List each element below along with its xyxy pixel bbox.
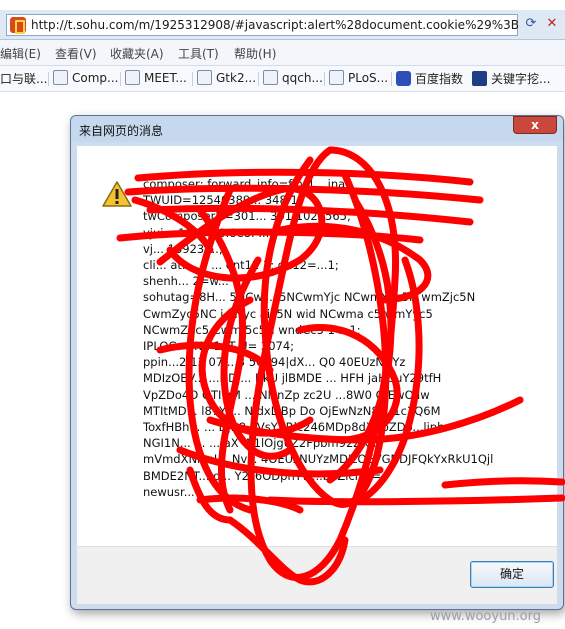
alert-dialog: 来自网页的消息 x composer; forward_info=final..…: [70, 115, 564, 610]
dialog-title: 来自网页的消息: [79, 124, 164, 138]
favorite-label: Comp...: [72, 71, 119, 85]
message-line: CwmZyc5NC j 5Nyc aic5N wid NCwma c5 wmYy…: [143, 306, 433, 321]
message-line: composer; forward_info=final... inal;: [143, 177, 353, 191]
favorite-link[interactable]: 关键字挖...: [472, 70, 550, 88]
page-icon: [329, 70, 344, 85]
message-line: sohutag=8H... 5NCw...c5NCwmYjc NCwmYSc5N…: [143, 290, 476, 305]
message-line: TWUID=12540389... 348 1;: [143, 193, 302, 208]
close-button[interactable]: x: [513, 116, 557, 134]
page-icon: [263, 70, 278, 85]
refresh-icon[interactable]: ⟳: [522, 14, 540, 34]
menu-tools[interactable]: 工具(T): [178, 45, 219, 62]
message-line: vj... 13923 ...;: [143, 241, 223, 256]
watermark: www.wooyun.org: [430, 609, 542, 624]
menu-bar: 编辑(E) 查看(V) 收藏夹(A) 工具(T) 帮助(H): [0, 40, 565, 66]
separator: [391, 72, 392, 86]
message-line: shenh... 2=w...: [143, 274, 229, 289]
message-line: ppin...2|13 07 ...3 50394|dX... Q0 40EUz…: [143, 355, 406, 370]
message-line: ToxfHBh... ... DjB8...VsYXRlc246MDp8dXVp…: [143, 420, 445, 435]
message-line: IPLOC=CN1 1; T U= 2074;: [143, 339, 295, 354]
message-line: VpZDo4O OTIwM ... NlcnZp zc2U ...8W0 OiE…: [143, 387, 430, 402]
separator: [120, 72, 121, 86]
baidu-paw-icon: [396, 71, 411, 86]
url-field[interactable]: http://t.sohu.com/m/1925312908/#javascri…: [6, 14, 520, 36]
url-text: http://t.sohu.com/m/1925312908/#javascri…: [31, 18, 520, 32]
menu-favorites[interactable]: 收藏夹(A): [110, 45, 164, 62]
menu-help[interactable]: 帮助(H): [234, 45, 276, 62]
warning-icon: [102, 181, 132, 207]
favorite-label: PLoS...: [348, 71, 389, 85]
favorite-link[interactable]: Comp...: [53, 70, 118, 88]
dialog-message: composer; forward_info=final... inal; TWU…: [143, 176, 548, 500]
favorite-label: 口与联...: [0, 72, 48, 86]
message-line: MTItMD... l87Y ... N dxL Bp Do OjEwNzN8 …: [143, 403, 441, 418]
favorite-label: 关键字挖...: [491, 72, 551, 86]
dialog-body: composer; forward_info=final... inal; TWU…: [77, 146, 557, 546]
separator: [258, 72, 259, 86]
page-icon: [197, 70, 212, 85]
menu-view[interactable]: 查看(V): [55, 45, 97, 62]
favorite-link[interactable]: MEET...: [125, 70, 187, 88]
page-icon: [125, 70, 140, 85]
favorite-link[interactable]: 百度指数: [396, 70, 463, 88]
address-bar: http://t.sohu.com/m/1925312908/#javascri…: [0, 10, 565, 40]
message-line: NGI1N... ... ... aX W1lOjg6Z2Fpbm92ZXJ8: [143, 436, 380, 451]
message-line: cli... at... ... ... ent12 1; gn12=...1;: [143, 258, 339, 273]
favorite-link[interactable]: PLoS...: [329, 70, 388, 88]
favorite-link[interactable]: Gtk2...: [197, 70, 256, 88]
message-line: twComposerH=301... 301 1021565;: [143, 209, 351, 224]
message-line: BMDE2NT... o... Y2s6ODpnYW...b3Zlcnw=;: [143, 468, 385, 483]
favorite-label: 百度指数: [415, 72, 464, 86]
separator: [324, 72, 325, 86]
favorite-link[interactable]: qqch...: [263, 70, 323, 88]
dialog-titlebar[interactable]: 来自网页的消息 x: [71, 116, 563, 142]
favorites-bar: 口与联... Comp... MEET... Gtk2... qqch... P…: [0, 66, 565, 92]
menu-edit[interactable]: 编辑(E): [0, 45, 41, 62]
favorite-label: qqch...: [282, 71, 323, 85]
favorite-label: Gtk2...: [216, 71, 257, 85]
message-line: MDIzOEV... ...NDJ... RkU jlBMDE ... HFH …: [143, 371, 442, 386]
dialog-footer: 确定: [77, 546, 557, 604]
separator: [192, 72, 193, 86]
favorite-label: MEET...: [144, 71, 187, 85]
ok-button[interactable]: 确定: [470, 561, 554, 588]
message-line: vjui... 13 6 b.0.8e8. ...;: [143, 225, 274, 240]
page-icon: [53, 70, 68, 85]
checkmark-icon: [472, 71, 487, 86]
message-line: NCwmZSc5 Cwm 5c5N wndCc5 1 ...1;: [143, 322, 361, 337]
message-line: mVmdXNlcnI... Nv... 4OEUzNUYzMDIzOEVGNDJ…: [143, 452, 494, 467]
stop-icon[interactable]: ✕: [543, 14, 561, 34]
separator: [48, 72, 49, 86]
message-line: newusr...: [143, 484, 195, 499]
favorite-link[interactable]: 口与联...: [0, 70, 47, 88]
site-favicon-icon: [10, 17, 26, 34]
screen: http://t.sohu.com/m/1925312908/#javascri…: [0, 0, 565, 629]
